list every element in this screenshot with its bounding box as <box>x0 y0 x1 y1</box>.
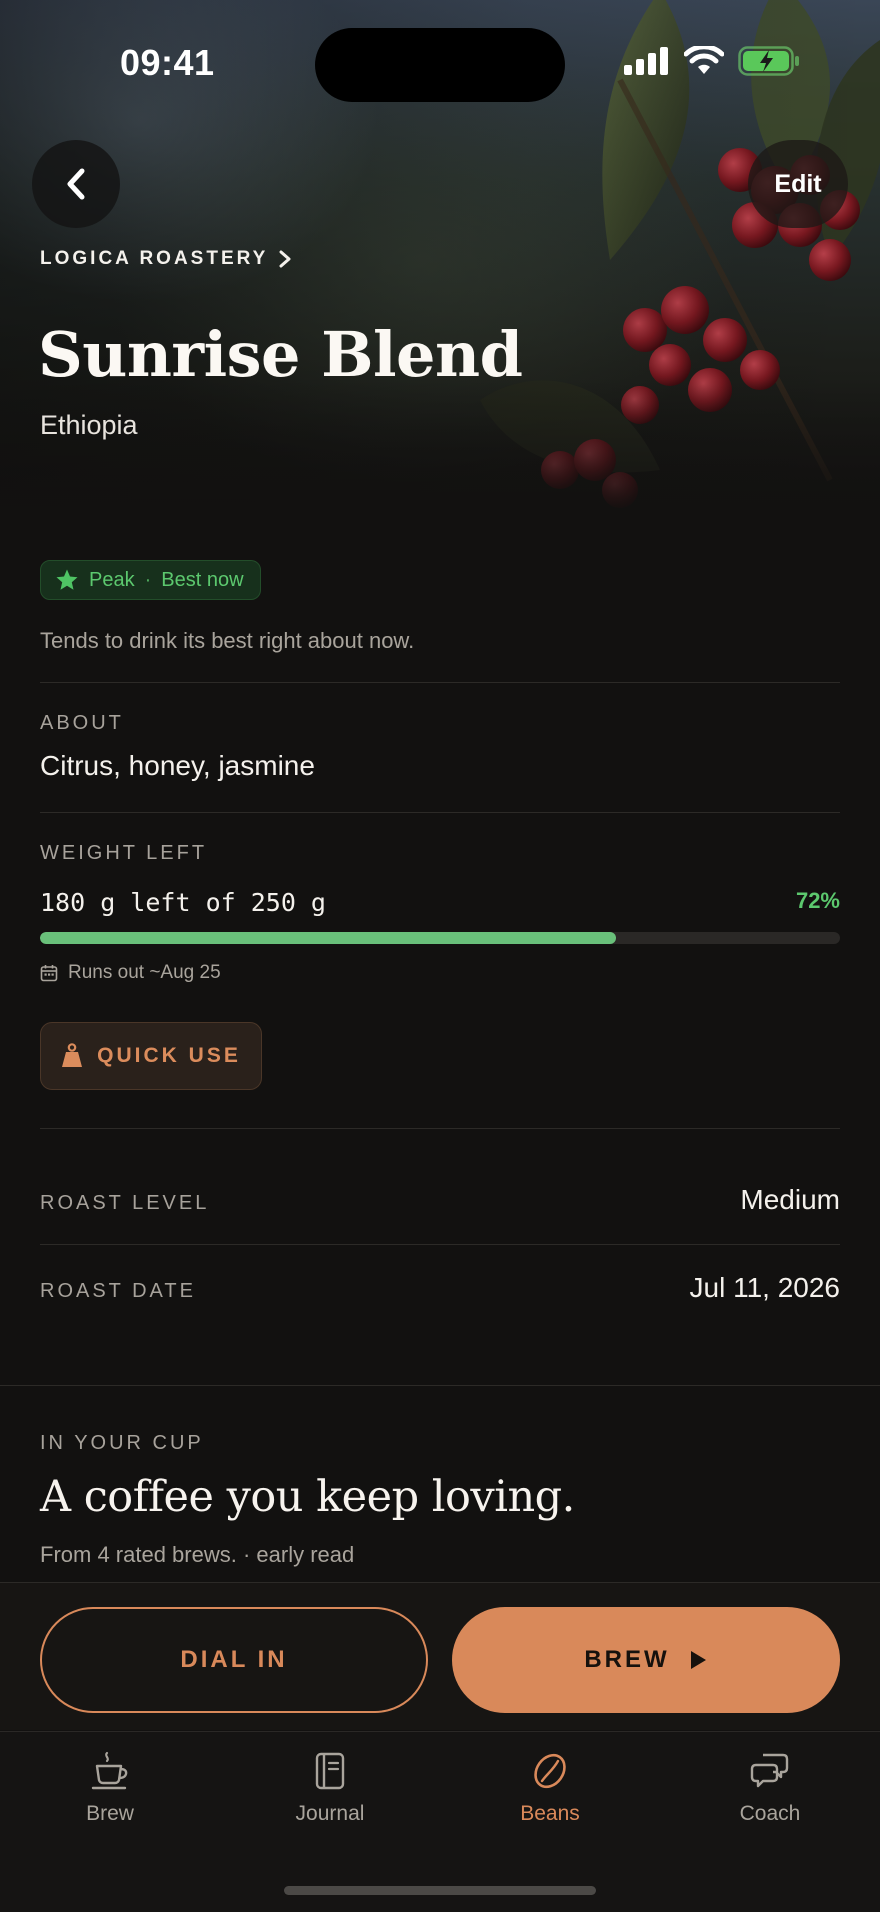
dynamic-island <box>315 28 565 102</box>
bean-origin: Ethiopia <box>40 410 138 440</box>
tab-bar: Brew Journal Beans Coach <box>0 1731 880 1912</box>
roast-level-label: ROAST LEVEL <box>40 1192 210 1214</box>
peak-note: Best now <box>161 568 244 591</box>
chat-bubbles-icon <box>750 1753 789 1788</box>
quick-use-label: QUICK USE <box>97 1044 241 1067</box>
journal-icon <box>315 1752 345 1790</box>
status-icons <box>624 46 800 76</box>
back-button[interactable] <box>32 140 120 228</box>
peak-description: Tends to drink its best right about now. <box>40 628 415 653</box>
play-icon <box>690 1651 706 1669</box>
roastery-link[interactable]: LOGICA ROASTERY <box>40 248 292 270</box>
quick-use-button[interactable]: QUICK USE <box>40 1022 262 1090</box>
star-icon <box>56 569 78 590</box>
divider <box>40 1244 840 1245</box>
wifi-icon <box>684 46 724 74</box>
about-label: ABOUT <box>40 712 124 734</box>
action-bar: DIAL IN BREW <box>0 1582 880 1730</box>
divider <box>40 812 840 813</box>
weight-icon <box>62 1043 83 1067</box>
weight-remaining-text: 180 g left of 250 g <box>40 888 326 917</box>
peak-state: Peak <box>89 568 135 591</box>
weight-progress-fill <box>40 932 616 944</box>
peak-separator: · <box>144 568 152 591</box>
dial-in-label: DIAL IN <box>180 1646 288 1673</box>
divider <box>40 682 840 683</box>
tab-brew-label: Brew <box>86 1802 134 1825</box>
signal-icon <box>624 47 668 75</box>
tab-journal[interactable]: Journal <box>220 1750 440 1826</box>
dial-in-button[interactable]: DIAL IN <box>40 1607 428 1713</box>
roast-date-label: ROAST DATE <box>40 1280 196 1302</box>
tab-brew[interactable]: Brew <box>0 1750 220 1826</box>
in-your-cup-label: IN YOUR CUP <box>40 1432 204 1454</box>
runs-out: Runs out ~Aug 25 <box>40 962 221 984</box>
about-value: Citrus, honey, jasmine <box>40 750 315 781</box>
roast-level-value: Medium <box>740 1184 840 1215</box>
weight-label: WEIGHT LEFT <box>40 842 208 864</box>
status-time: 09:41 <box>120 42 215 83</box>
section-divider <box>0 1385 880 1386</box>
in-your-cup-subtitle: From 4 rated brews. · early read <box>40 1542 355 1567</box>
roastery-name: LOGICA ROASTERY <box>40 248 269 269</box>
chevron-left-icon <box>67 168 85 200</box>
bean-icon <box>534 1753 566 1789</box>
cup-icon <box>91 1751 128 1790</box>
peak-badge: Peak · Best now <box>40 560 261 600</box>
in-your-cup-headline: A coffee you keep loving. <box>40 1472 575 1522</box>
brew-button[interactable]: BREW <box>452 1607 840 1713</box>
brew-label: BREW <box>584 1646 670 1673</box>
tab-journal-label: Journal <box>295 1802 365 1825</box>
roast-date-value: Jul 11, 2026 <box>689 1272 841 1303</box>
runs-out-text: Runs out ~Aug 25 <box>68 962 221 983</box>
tab-beans-label: Beans <box>520 1802 580 1825</box>
divider <box>40 1128 840 1129</box>
chevron-right-icon <box>279 250 291 268</box>
home-indicator <box>284 1886 596 1895</box>
bean-title: Sunrise Blend <box>38 318 523 391</box>
weight-percent: 72% <box>795 888 840 913</box>
calendar-icon <box>40 965 58 982</box>
edit-button[interactable]: Edit <box>748 140 848 228</box>
weight-progress-bar <box>40 932 840 944</box>
tab-coach[interactable]: Coach <box>660 1750 880 1826</box>
tab-beans[interactable]: Beans <box>440 1750 660 1826</box>
battery-charging-icon <box>738 46 799 76</box>
tab-coach-label: Coach <box>739 1802 801 1825</box>
